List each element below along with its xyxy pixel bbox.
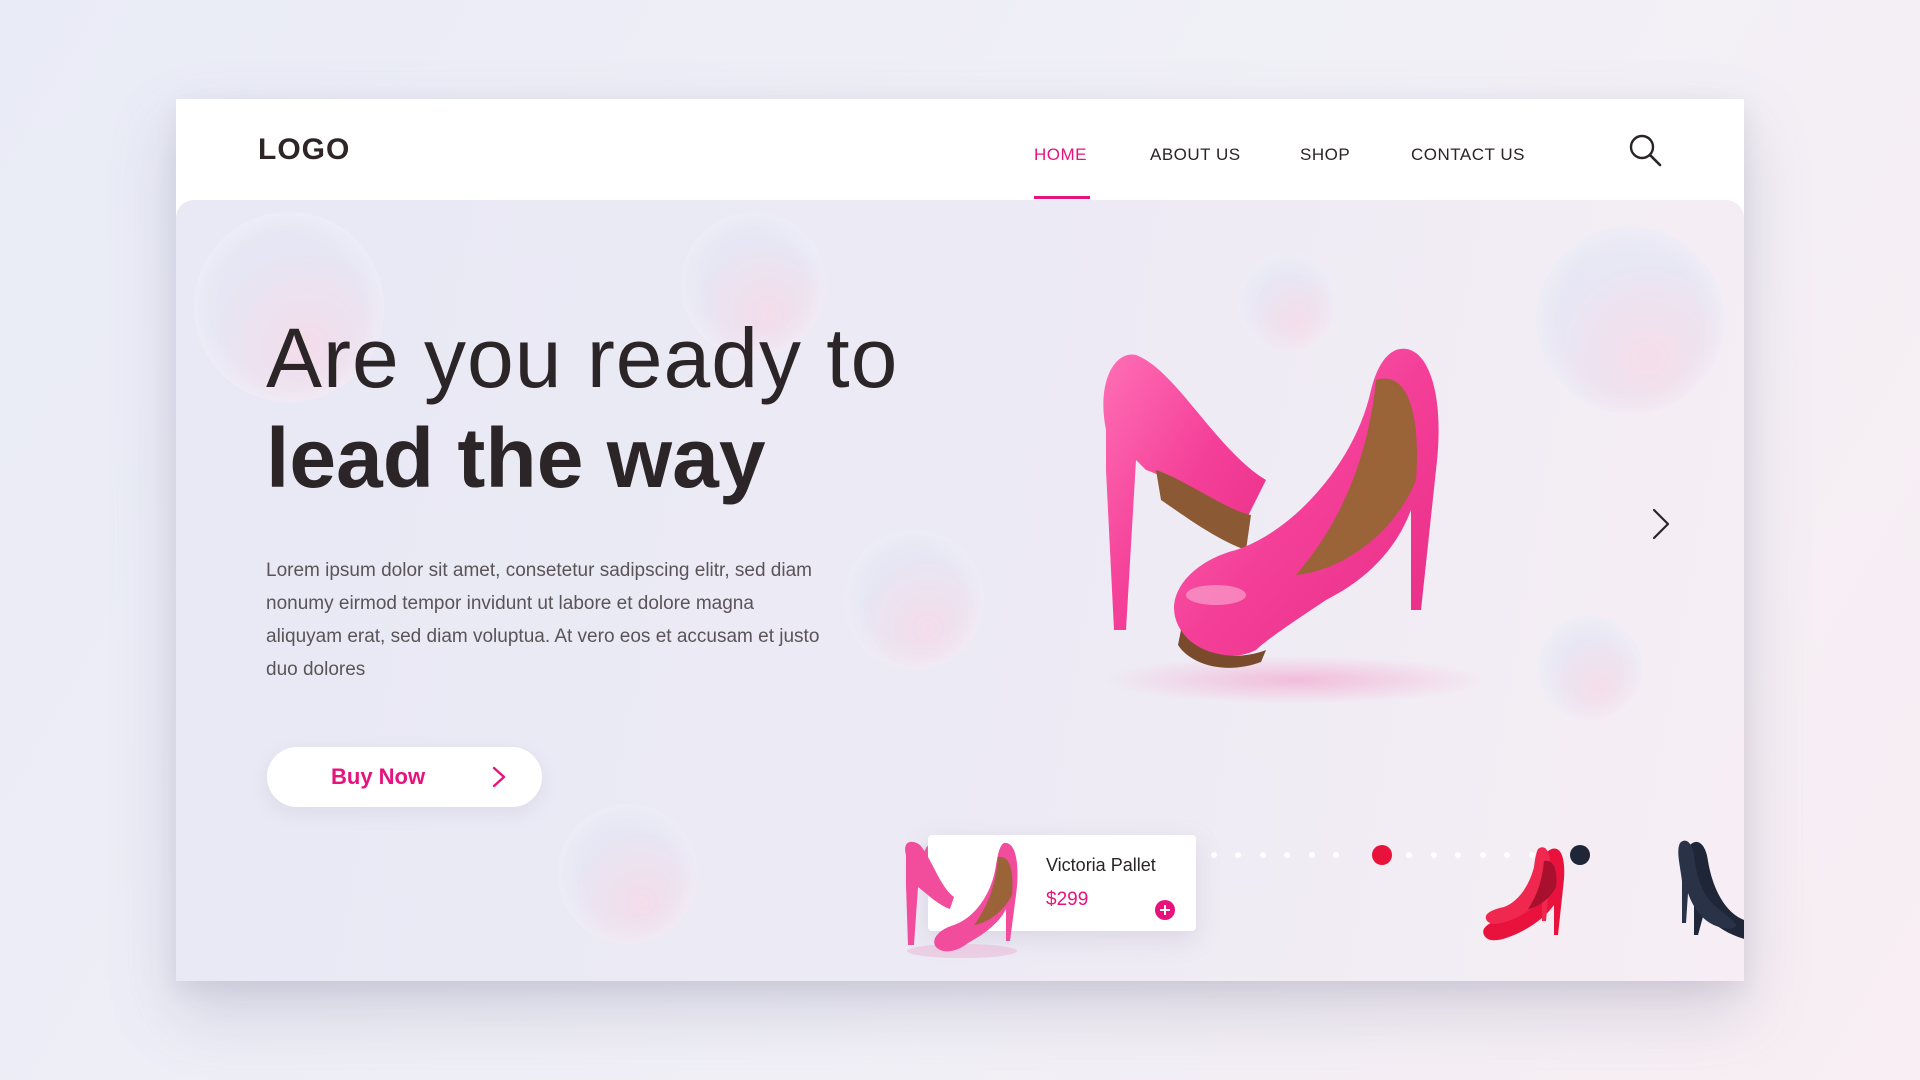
hero-shoe-image bbox=[1103, 348, 1486, 704]
decorative-bubble bbox=[558, 804, 698, 944]
search-button[interactable] bbox=[1626, 131, 1666, 171]
nav-home[interactable]: HOME bbox=[1034, 145, 1087, 165]
slider-dot[interactable] bbox=[1333, 852, 1339, 858]
buy-now-label: Buy Now bbox=[331, 764, 426, 789]
landing-page-frame: LOGO HOME ABOUT US SHOP CONTACT US Are y… bbox=[176, 99, 1744, 981]
logo[interactable]: LOGO bbox=[258, 133, 350, 167]
decorative-bubble bbox=[844, 530, 984, 670]
search-icon bbox=[1629, 134, 1662, 167]
nav-about-us[interactable]: ABOUT US bbox=[1150, 145, 1241, 165]
nav-contact-us[interactable]: CONTACT US bbox=[1411, 145, 1525, 165]
product-thumb-red[interactable] bbox=[1474, 839, 1578, 951]
slider-dot[interactable] bbox=[1235, 852, 1241, 858]
slider-dot[interactable] bbox=[1260, 852, 1266, 858]
product-thumb-navy[interactable] bbox=[1676, 835, 1744, 951]
decorative-bubble bbox=[1536, 226, 1724, 414]
slider-dot[interactable] bbox=[1455, 852, 1461, 858]
chevron-right-icon bbox=[492, 766, 506, 788]
slider-dot[interactable] bbox=[1431, 852, 1437, 858]
decorative-bubble bbox=[1538, 616, 1642, 720]
product-thumb-pink[interactable] bbox=[892, 835, 1028, 959]
slider-dot-red[interactable] bbox=[1372, 845, 1392, 865]
product-name: Victoria Pallet bbox=[1046, 855, 1156, 875]
product-price: $299 bbox=[1046, 889, 1089, 910]
slider-dot[interactable] bbox=[1211, 852, 1217, 858]
hero-headline-light: Are you ready to bbox=[266, 311, 899, 405]
slider-dot[interactable] bbox=[1406, 852, 1412, 858]
header: LOGO HOME ABOUT US SHOP CONTACT US bbox=[176, 99, 1744, 200]
slider-dot[interactable] bbox=[1309, 852, 1315, 858]
add-to-cart-icon[interactable] bbox=[1154, 899, 1176, 921]
chevron-right-icon[interactable] bbox=[1646, 504, 1676, 544]
hero-description: Lorem ipsum dolor sit amet, consetetur s… bbox=[266, 560, 820, 680]
buy-now-button[interactable]: Buy Now bbox=[267, 747, 542, 807]
hero-headline-bold: lead the way bbox=[266, 411, 766, 505]
nav-active-indicator bbox=[1034, 196, 1090, 199]
slider-dot[interactable] bbox=[1284, 852, 1290, 858]
nav-shop[interactable]: SHOP bbox=[1300, 145, 1350, 165]
